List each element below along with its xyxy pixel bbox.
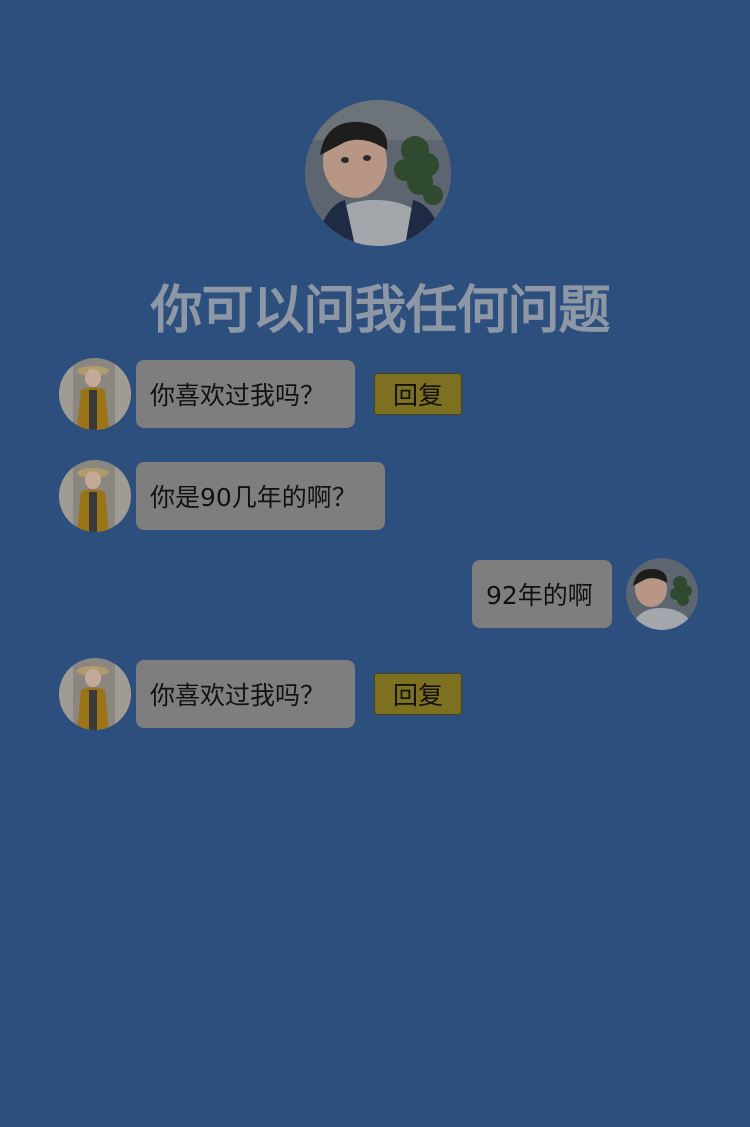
message-bubble: 你喜欢过我吗？ <box>136 660 355 728</box>
message-row: 92年的啊 <box>0 558 750 634</box>
girl-photo-avatar <box>59 460 131 532</box>
message-bubble: 你是90几年的啊？ <box>136 462 385 530</box>
message-bubble: 92年的啊 <box>472 560 612 628</box>
reply-button[interactable]: 回复 <box>374 373 462 415</box>
page-title: 你可以问我任何问题 <box>150 281 610 341</box>
message-row: 你喜欢过我吗？ 回复 <box>0 358 750 434</box>
message-row: 你是90几年的啊？ <box>0 460 750 536</box>
boy-photo-avatar <box>626 558 698 630</box>
message-row: 你喜欢过我吗？ 回复 <box>0 658 750 734</box>
boy-photo-avatar <box>305 100 451 246</box>
girl-photo-avatar <box>59 658 131 730</box>
profile-avatar <box>305 100 451 246</box>
reply-button[interactable]: 回复 <box>374 673 462 715</box>
message-bubble: 你喜欢过我吗？ <box>136 360 355 428</box>
girl-photo-avatar <box>59 358 131 430</box>
